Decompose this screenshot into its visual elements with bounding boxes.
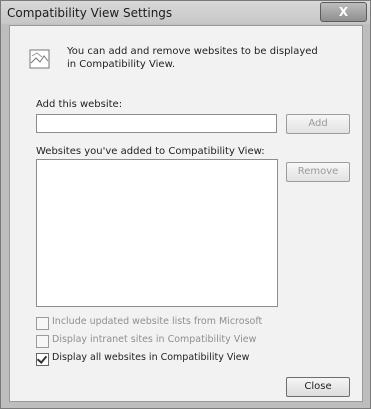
all-websites-label: Display all websites in Compatibility Vi…	[52, 352, 250, 363]
intranet-sites-checkbox[interactable]	[36, 335, 49, 348]
include-updated-lists-label: Include updated website lists from Micro…	[52, 316, 263, 327]
title-bar: Compatibility View Settings X	[1, 1, 370, 25]
all-websites-checkbox[interactable]	[36, 353, 49, 366]
globe-page-icon	[29, 49, 50, 69]
include-updated-lists-checkbox[interactable]	[36, 317, 49, 330]
intranet-sites-label: Display intranet sites in Compatibility …	[52, 334, 257, 345]
add-button[interactable]: Add	[286, 114, 350, 134]
remove-button[interactable]: Remove	[286, 162, 350, 182]
window-title: Compatibility View Settings	[7, 6, 173, 20]
add-site-label: Add this website:	[36, 99, 123, 110]
close-window-button[interactable]: X	[320, 2, 367, 22]
sites-list[interactable]	[36, 159, 278, 307]
website-input[interactable]	[36, 114, 277, 133]
intro-text: You can add and remove websites to be di…	[67, 46, 318, 70]
sites-list-label: Websites you've added to Compatibility V…	[36, 146, 265, 157]
close-button[interactable]: Close	[286, 377, 350, 397]
compat-view-dialog: Compatibility View Settings X You can ad…	[0, 0, 371, 409]
